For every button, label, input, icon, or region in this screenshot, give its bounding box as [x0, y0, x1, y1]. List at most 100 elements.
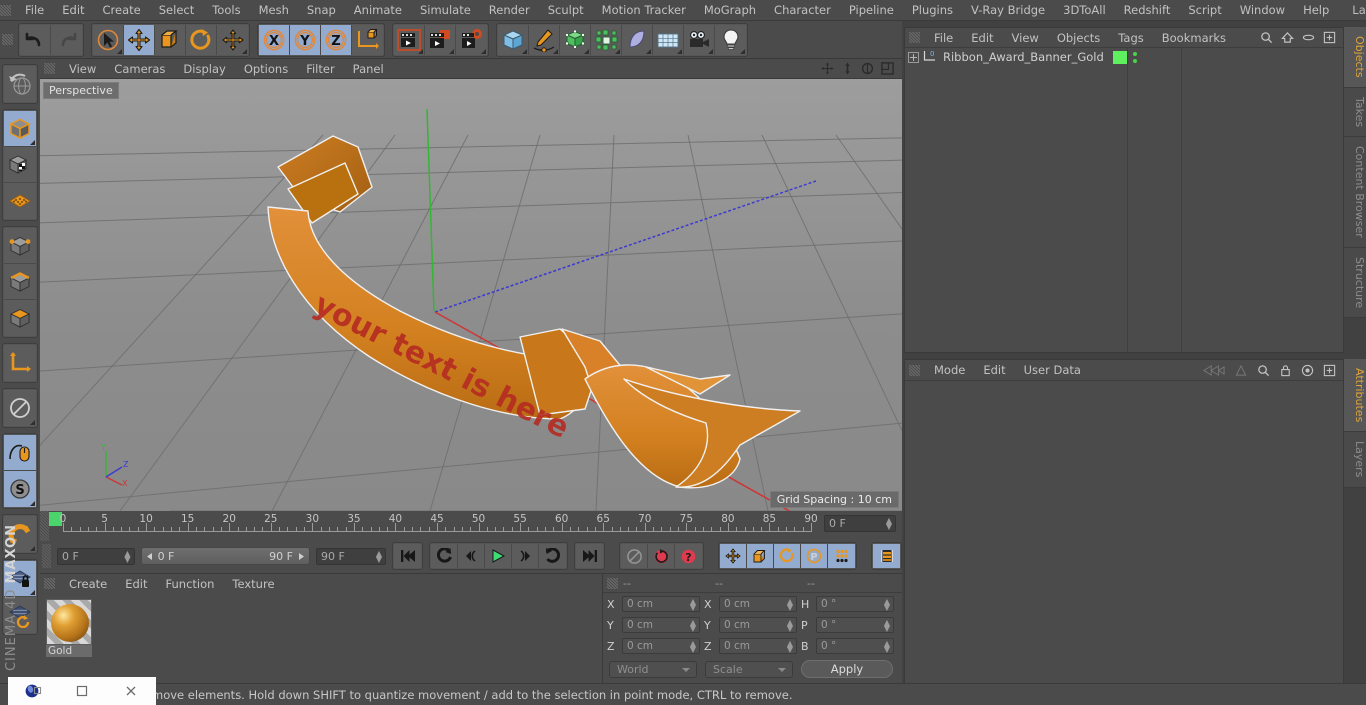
menu-item-character[interactable]: Character: [765, 1, 840, 19]
workplane-button[interactable]: [4, 183, 36, 219]
menu-item-redshift[interactable]: Redshift: [1115, 1, 1180, 19]
spinner-icon[interactable]: ▲ ▼: [884, 640, 890, 654]
menu-item-motion-tracker[interactable]: Motion Tracker: [593, 1, 695, 19]
spinner-icon[interactable]: ▲ ▼: [690, 598, 696, 612]
spinner-icon[interactable]: ▲ ▼: [886, 517, 892, 531]
vertical-tab-objects[interactable]: Objects: [1344, 27, 1366, 88]
model-mode-button[interactable]: [4, 111, 36, 147]
texture-mode-button[interactable]: [4, 147, 36, 183]
add-scene-object-button[interactable]: [653, 24, 684, 55]
render-region-button[interactable]: [425, 24, 456, 55]
edges-mode-button[interactable]: [4, 264, 36, 300]
menu-item-animate[interactable]: Animate: [345, 1, 411, 19]
pla-key-button[interactable]: [828, 544, 855, 568]
size-field-y[interactable]: 0 cm ▲ ▼: [719, 617, 797, 633]
c4d-logo-icon[interactable]: [23, 681, 43, 701]
vertical-tab-structure[interactable]: Structure: [1344, 247, 1366, 318]
material-menu-item-edit[interactable]: Edit: [116, 575, 156, 593]
position-field-x[interactable]: 0 cm ▲ ▼: [622, 596, 700, 612]
add-spline-button[interactable]: [529, 24, 560, 55]
spinner-icon[interactable]: ▲ ▼: [884, 598, 890, 612]
table-row[interactable]: 0 Ribbon_Award_Banner_Gold: [905, 48, 1343, 66]
spinner-icon[interactable]: ▲ ▼: [690, 640, 696, 654]
viewport-solo-single-button[interactable]: S: [4, 471, 36, 507]
position-field-z[interactable]: 0 cm ▲ ▼: [622, 638, 700, 654]
add-modeling-object-button[interactable]: [591, 24, 622, 55]
scale-key-button[interactable]: [747, 544, 774, 568]
rotation-key-button[interactable]: [774, 544, 801, 568]
position-key-button[interactable]: [720, 544, 747, 568]
add-light-button[interactable]: [715, 24, 746, 55]
timeline-ruler[interactable]: 0 5 10 15 20 25 30 35 40 45 50 55 60 65 70 75 80 85 90: [49, 511, 818, 541]
viewport-menu-item-display[interactable]: Display: [174, 60, 234, 78]
menu-item-script[interactable]: Script: [1179, 1, 1230, 19]
move-button[interactable]: [124, 24, 155, 55]
x-axis-button[interactable]: X: [259, 24, 290, 55]
menu-item-v-ray-bridge[interactable]: V-Ray Bridge: [962, 1, 1054, 19]
polygons-mode-button[interactable]: [4, 300, 36, 336]
attributes-content[interactable]: [905, 380, 1343, 698]
spinner-icon[interactable]: ▲ ▼: [787, 598, 793, 612]
start-frame-field[interactable]: 0 F ▲ ▼: [57, 547, 135, 565]
vertical-tab-takes[interactable]: Takes: [1344, 87, 1366, 137]
material-menu-item-function[interactable]: Function: [157, 575, 224, 593]
add-generator-button[interactable]: [560, 24, 591, 55]
material-menu-item-texture[interactable]: Texture: [223, 575, 283, 593]
spinner-icon[interactable]: ▲ ▼: [376, 549, 382, 563]
search-icon[interactable]: [1260, 31, 1273, 44]
object-manager-tree[interactable]: 0 Ribbon_Award_Banner_Gold: [905, 48, 1343, 352]
render-settings-button[interactable]: [456, 24, 487, 55]
zoom-icon[interactable]: [841, 62, 854, 75]
end-frame-field[interactable]: 90 F ▲ ▼: [315, 547, 386, 565]
expand-icon[interactable]: [908, 51, 919, 63]
attributes-menu-item-mode[interactable]: Mode: [925, 361, 974, 379]
position-field-y[interactable]: 0 cm ▲ ▼: [622, 617, 700, 633]
ellipse-icon[interactable]: [1302, 31, 1315, 44]
menu-item-mesh[interactable]: Mesh: [250, 1, 298, 19]
history-forward-icon[interactable]: [1234, 364, 1248, 377]
toolbar-grip[interactable]: [2, 34, 13, 45]
rotation-field-h[interactable]: 0 ° ▲ ▼: [816, 596, 894, 612]
move-alt-button[interactable]: [217, 24, 248, 55]
timeline-grip[interactable]: [40, 511, 49, 541]
previous-frame-button[interactable]: [458, 544, 485, 568]
spinner-icon[interactable]: ▲ ▼: [787, 619, 793, 633]
range-right-arrow-icon[interactable]: [297, 552, 306, 561]
enable-snapping-button[interactable]: [4, 390, 36, 426]
spinner-icon[interactable]: ▲ ▼: [124, 549, 130, 563]
play-button[interactable]: [485, 544, 512, 568]
add-panel-icon[interactable]: [1323, 31, 1336, 44]
vertical-tab-content-browser[interactable]: Content Browser: [1344, 136, 1366, 248]
add-camera-button[interactable]: [684, 24, 715, 55]
parameter-key-button[interactable]: P: [801, 544, 828, 568]
object-menu-item-edit[interactable]: Edit: [962, 29, 1002, 47]
y-axis-button[interactable]: Y: [290, 24, 321, 55]
viewport-3d-scene[interactable]: your text is here Perspective Grid Spaci…: [40, 79, 902, 511]
spinner-icon[interactable]: ▲ ▼: [690, 619, 696, 633]
go-to-start-button[interactable]: [394, 544, 421, 568]
home-icon[interactable]: [1281, 31, 1294, 44]
attributes-grip[interactable]: [909, 364, 920, 376]
points-mode-button[interactable]: [4, 228, 36, 264]
add-panel-icon[interactable]: [1323, 364, 1336, 377]
menu-item-pipeline[interactable]: Pipeline: [840, 1, 903, 19]
spinner-icon[interactable]: ▲ ▼: [884, 619, 890, 633]
maximize-view-icon[interactable]: [881, 62, 894, 75]
undo-button[interactable]: [20, 24, 51, 55]
material-menu-item-create[interactable]: Create: [60, 575, 116, 593]
record-active-objects-button[interactable]: [621, 544, 648, 568]
attributes-menu-item-user-data[interactable]: User Data: [1015, 361, 1090, 379]
viewport-menu-item-cameras[interactable]: Cameras: [105, 60, 174, 78]
coordinate-mode-dropdown[interactable]: Scale: [705, 660, 793, 678]
apply-button[interactable]: Apply: [801, 660, 893, 678]
render-view-button[interactable]: [394, 24, 425, 55]
viewport-menu-item-options[interactable]: Options: [235, 60, 297, 78]
timeline-toolbar-grip[interactable]: [42, 544, 51, 568]
menu-item-window[interactable]: Window: [1231, 1, 1294, 19]
size-field-x[interactable]: 0 cm ▲ ▼: [719, 596, 797, 612]
viewport-menu-item-view[interactable]: View: [60, 60, 105, 78]
history-back-icon[interactable]: [1203, 364, 1225, 377]
menu-item-help[interactable]: Help: [1294, 1, 1338, 19]
object-menu-item-objects[interactable]: Objects: [1048, 29, 1109, 47]
material-grip[interactable]: [44, 578, 55, 589]
